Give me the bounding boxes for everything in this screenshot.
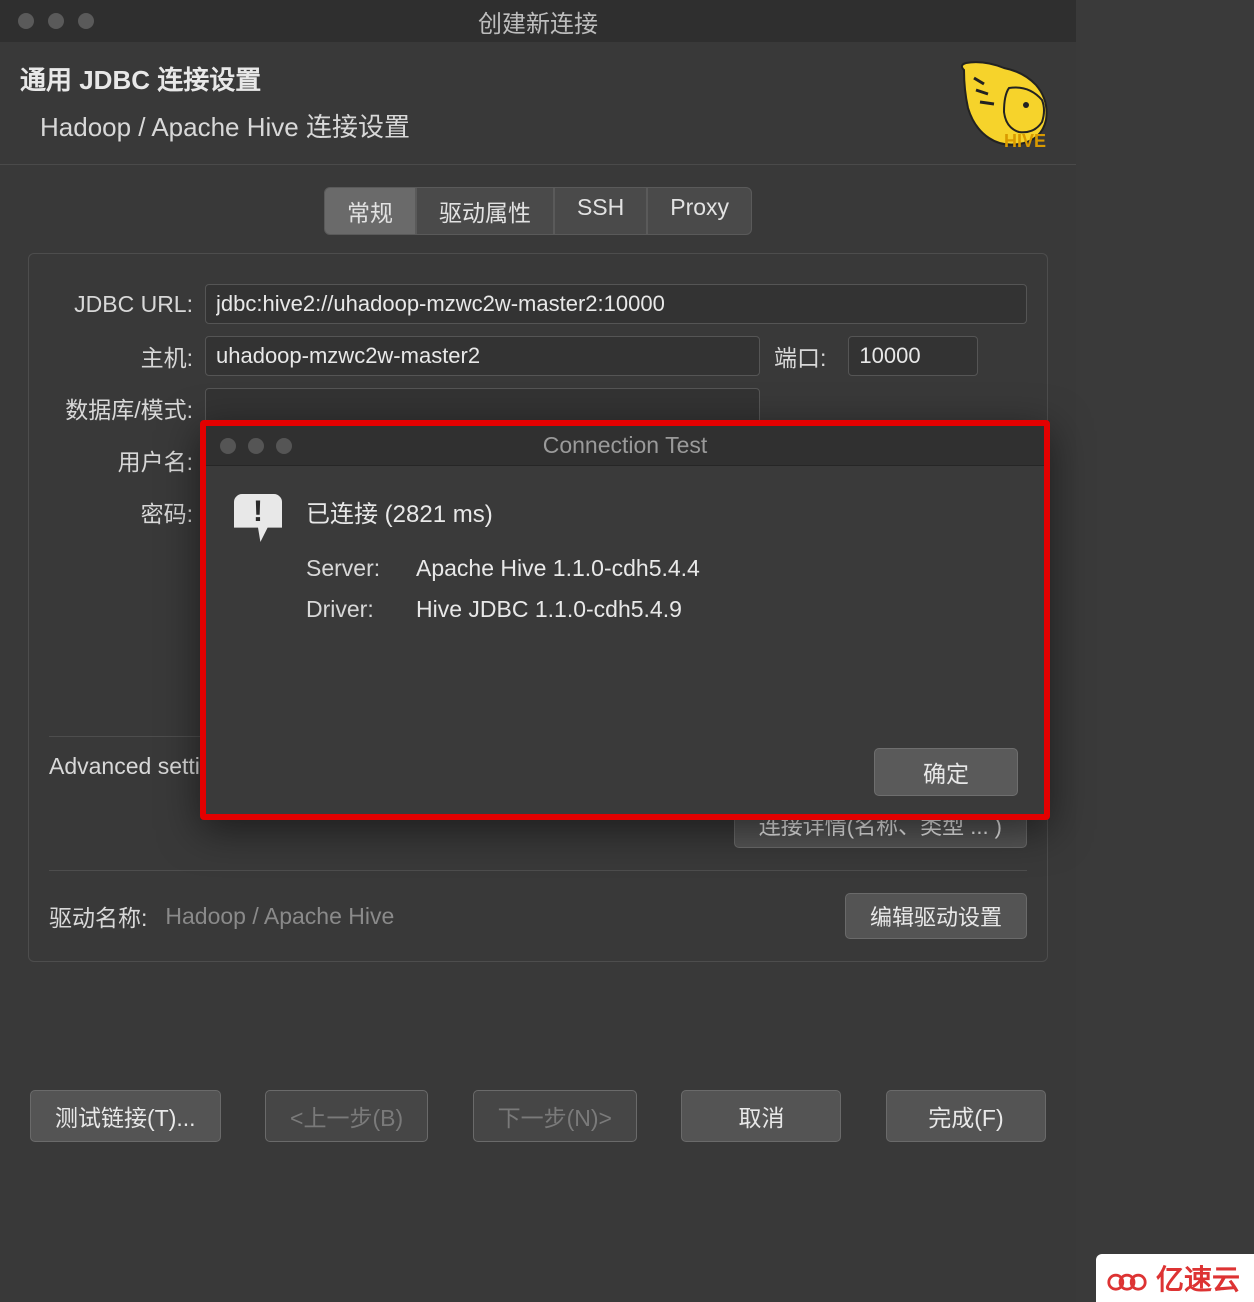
- server-value: Apache Hive 1.1.0-cdh5.4.4: [416, 555, 700, 582]
- finish-button[interactable]: 完成(F): [886, 1090, 1046, 1142]
- header: 通用 JDBC 连接设置 Hadoop / Apache Hive 连接设置 H…: [0, 42, 1076, 165]
- page-title: 通用 JDBC 连接设置: [20, 60, 410, 97]
- page-subtitle: Hadoop / Apache Hive 连接设置: [40, 107, 410, 144]
- driver-name-label: 驱动名称:: [49, 899, 147, 933]
- watermark-text: 亿速云: [1156, 1258, 1240, 1298]
- svg-text:HIVE: HIVE: [1004, 131, 1046, 150]
- database-label: 数据库/模式:: [49, 391, 205, 425]
- watermark: 亿速云: [1096, 1254, 1254, 1302]
- window-title: 创建新连接: [0, 4, 1076, 39]
- password-label: 密码:: [49, 495, 205, 529]
- back-button: <上一步(B): [265, 1090, 428, 1142]
- divider: [49, 870, 1027, 871]
- ok-button[interactable]: 确定: [874, 748, 1018, 796]
- driver-value: Hive JDBC 1.1.0-cdh5.4.9: [416, 596, 682, 623]
- port-input[interactable]: [848, 336, 978, 376]
- jdbc-url-input[interactable]: [205, 284, 1027, 324]
- host-label: 主机:: [49, 339, 205, 373]
- tab-driver-properties[interactable]: 驱动属性: [416, 187, 554, 235]
- port-label: 端口:: [774, 339, 838, 373]
- connection-test-dialog: Connection Test ! 已连接 (2821 ms) Server: …: [200, 420, 1050, 820]
- server-label: Server:: [306, 555, 416, 582]
- dialog-title: Connection Test: [206, 432, 1044, 459]
- hive-logo-icon: HIVE: [954, 60, 1054, 150]
- edit-driver-button[interactable]: 编辑驱动设置: [845, 893, 1027, 939]
- test-connection-button[interactable]: 测试链接(T)...: [30, 1090, 221, 1142]
- tab-proxy[interactable]: Proxy: [647, 187, 752, 235]
- driver-label: Driver:: [306, 596, 416, 623]
- tabs: 常规 驱动属性 SSH Proxy: [0, 187, 1076, 235]
- username-label: 用户名:: [49, 443, 205, 477]
- tab-ssh[interactable]: SSH: [554, 187, 647, 235]
- connection-status-text: 已连接 (2821 ms): [306, 494, 1016, 529]
- info-icon: !: [234, 494, 282, 542]
- next-button: 下一步(N)>: [473, 1090, 637, 1142]
- jdbc-url-label: JDBC URL:: [49, 291, 205, 318]
- tab-general[interactable]: 常规: [324, 187, 416, 235]
- driver-name-value: Hadoop / Apache Hive: [165, 903, 394, 930]
- watermark-logo-icon: [1106, 1264, 1148, 1292]
- cancel-button[interactable]: 取消: [681, 1090, 841, 1142]
- wizard-buttons: 测试链接(T)... <上一步(B) 下一步(N)> 取消 完成(F): [0, 1090, 1076, 1142]
- titlebar: 创建新连接: [0, 0, 1076, 42]
- host-input[interactable]: [205, 336, 760, 376]
- dialog-titlebar: Connection Test: [206, 426, 1044, 466]
- header-text: 通用 JDBC 连接设置 Hadoop / Apache Hive 连接设置: [20, 60, 410, 144]
